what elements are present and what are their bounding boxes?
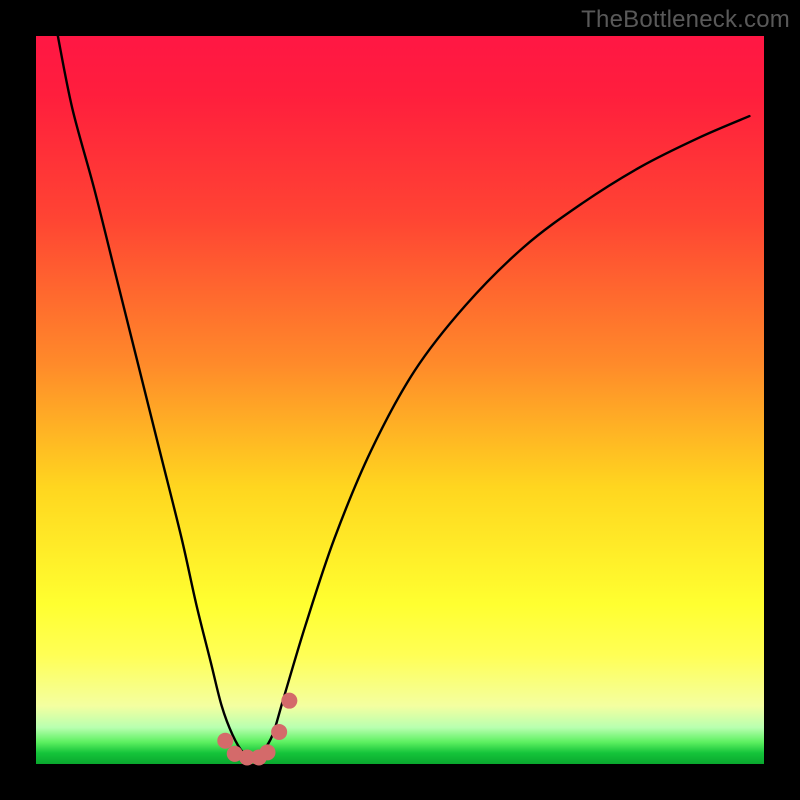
curve-marker <box>259 744 275 760</box>
plot-area <box>36 36 764 764</box>
curve-marker <box>271 724 287 740</box>
curve-marker <box>281 693 297 709</box>
chart-svg <box>36 36 764 764</box>
bottleneck-curve <box>58 36 750 759</box>
watermark-text: TheBottleneck.com <box>581 6 790 34</box>
curve-marker <box>217 733 233 749</box>
chart-frame: TheBottleneck.com <box>0 0 800 800</box>
